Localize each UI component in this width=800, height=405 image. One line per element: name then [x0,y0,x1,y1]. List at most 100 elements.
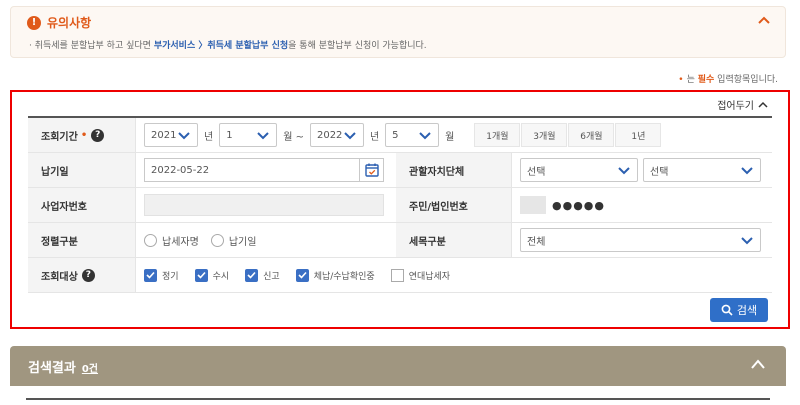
sort-radio-taxpayer-label: 납세자명 [162,236,199,248]
target-arrears-label: 체납/수납확인중 [313,271,375,282]
results-table-top [26,398,770,405]
target-occasional-label: 수시 [212,271,230,282]
due-date-value: 2022-05-22 [136,153,396,187]
quick-6-month-button[interactable]: 6개월 [568,123,615,147]
row-due-date: 납기일 2022-05-22 관할자치단체 선택 선택 [28,153,772,188]
start-year-value: 2021 [151,129,177,141]
resident-no-label: 주민/법인번호 [396,188,512,222]
period-value: 2021 년 1 월 ~ 2022 년 5 월 1개월 3개월 6개월 1년 [136,118,662,152]
target-checkbox-arrears[interactable]: 체납/수납확인중 [295,268,375,282]
check-icon [144,268,157,282]
check-icon [245,268,259,282]
required-mark: • [80,129,88,141]
search-icon [721,304,733,316]
search-form-box: 접어두기 조회기간 • ? 2021 년 1 월 ~ 2022 년 5 월 1개… [10,90,790,329]
search-button-label: 검색 [736,304,758,317]
business-no-input [144,194,384,216]
chevron-down-icon [257,131,269,139]
collapse-button[interactable]: 접어두기 [717,97,768,112]
row-target: 조회대상 ? 정기 수시 신고 체납/수납확인중 연대납세자 [28,258,772,293]
unit-month-tilde: 월 ~ [283,131,304,143]
notice-link[interactable]: 부가서비스 〉취득세 분할납부 신청 [154,41,288,51]
authority-select-1[interactable]: 선택 [520,158,638,182]
authority-select-2[interactable]: 선택 [643,158,761,182]
required-post: 입력항목입니다. [717,75,778,85]
due-date-label: 납기일 [28,153,136,187]
chevron-up-icon [758,101,768,108]
end-month-select[interactable]: 5 [385,123,440,147]
start-month-select[interactable]: 1 [219,123,278,147]
authority-value: 선택 선택 [512,153,761,187]
due-date-text: 2022-05-22 [151,164,210,176]
required-pre: 는 [686,75,695,85]
chevron-down-icon [741,236,753,244]
chevron-up-icon[interactable] [750,358,766,370]
check-icon [194,268,208,282]
chevron-down-icon [419,131,431,139]
period-label: 조회기간 • ? [28,118,136,152]
notice-title: ! 유의사항 [27,14,91,31]
target-report-label: 신고 [263,271,280,282]
resident-no-redacted [520,196,546,214]
period-label-text: 조회기간 [41,131,78,143]
required-word: 필수 [697,75,715,85]
target-checkbox-report[interactable]: 신고 [245,268,280,282]
sort-value: 납세자명 납기일 [136,223,396,257]
collapse-label: 접어두기 [717,101,754,112]
start-year-select[interactable]: 2021 [144,123,198,147]
due-date-input[interactable]: 2022-05-22 [144,158,384,182]
target-joint-label: 연대납세자 [408,271,451,282]
calendar-icon[interactable] [359,159,383,181]
sort-label: 정렬구분 [28,223,136,257]
business-no-label: 사업자번호 [28,188,136,222]
end-year-select[interactable]: 2022 [309,123,364,147]
target-checkbox-regular[interactable]: 정기 [144,268,179,282]
tax-item-value: 전체 [512,223,761,257]
end-month-value: 5 [392,129,399,141]
notice-prefix: · 취득세를 분할납부 하고 싶다면 [29,41,151,51]
sort-radio-taxpayer[interactable]: 납세자명 [144,233,199,248]
required-dot: • [678,75,684,85]
target-value: 정기 수시 신고 체납/수납확인중 연대납세자 [136,258,466,292]
help-icon[interactable]: ? [81,268,95,282]
chevron-down-icon [618,166,630,174]
results-title: 검색결과 0건 [28,357,98,376]
start-month-value: 1 [226,129,233,141]
row-sort: 정렬구분 납세자명 납기일 세목구분 전체 [28,223,772,258]
chevron-down-icon [344,131,356,139]
search-button[interactable]: 검색 [710,298,768,322]
radio-circle [210,233,224,247]
sort-radio-due-date[interactable]: 납기일 [210,233,256,248]
help-icon[interactable]: ? [91,128,105,142]
check-icon [295,268,309,282]
chevron-up-icon[interactable] [757,15,771,25]
search-form-table: 조회기간 • ? 2021 년 1 월 ~ 2022 년 5 월 1개월 3개월… [28,116,772,293]
quick-1-year-button[interactable]: 1년 [615,123,662,147]
authority-label: 관할자치단체 [396,153,512,187]
authority-select-2-value: 선택 [650,166,669,178]
end-year-value: 2022 [316,129,343,141]
required-note: • 는 필수 입력항목입니다. [678,72,778,85]
quick-3-month-button[interactable]: 3개월 [521,123,568,147]
results-header[interactable]: 검색결과 0건 [10,346,786,386]
authority-select-1-value: 선택 [527,166,546,178]
target-checkbox-joint[interactable]: 연대납세자 [390,268,451,282]
quick-1-month-button[interactable]: 1개월 [474,123,521,147]
notice-title-text: 유의사항 [47,16,92,30]
results-title-text: 검색결과 [28,361,76,376]
radio-circle [144,233,157,247]
warning-icon: ! [27,15,41,30]
target-regular-label: 정기 [162,271,179,282]
unit-month: 월 [445,131,455,143]
notice-body: · 취득세를 분할납부 하고 싶다면 부가서비스 〉취득세 분할납부 신청을 통… [29,38,427,51]
unit-year: 년 [204,131,214,143]
target-checkbox-occasional[interactable]: 수시 [194,268,230,282]
tax-item-select-value: 전체 [527,236,546,248]
row-business-no: 사업자번호 주민/법인번호 ●●●●● [28,188,772,223]
tax-item-select[interactable]: 전체 [520,228,761,252]
notice-suffix: 을 통해 분할납부 신청이 가능합니다. [288,41,427,51]
tax-item-label: 세목구분 [396,223,512,257]
resident-no-value: ●●●●● [512,188,605,222]
unit-year-2: 년 [369,131,380,143]
row-period: 조회기간 • ? 2021 년 1 월 ~ 2022 년 5 월 1개월 3개월… [28,118,772,153]
